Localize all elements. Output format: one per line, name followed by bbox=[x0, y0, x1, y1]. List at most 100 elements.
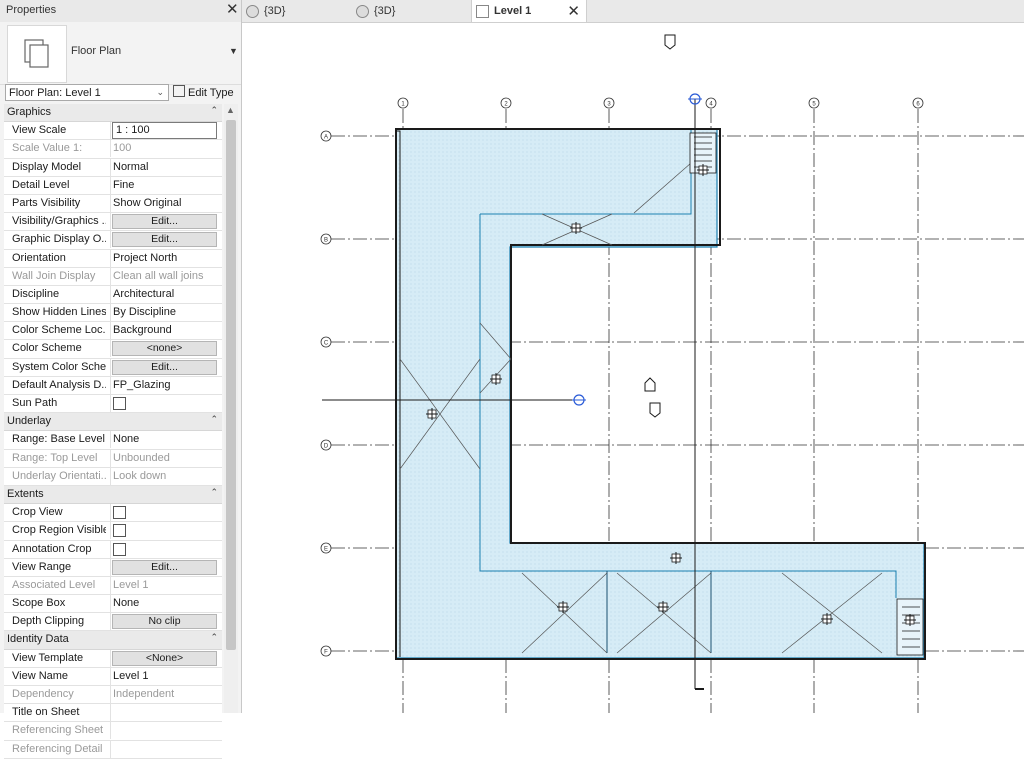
view-range-button[interactable]: Edit... bbox=[112, 559, 217, 575]
property-value[interactable]: Edit... bbox=[110, 558, 219, 576]
property-value[interactable]: No clip bbox=[110, 613, 219, 631]
scroll-up-icon[interactable]: ▲ bbox=[226, 105, 235, 115]
property-value[interactable]: Show Original bbox=[110, 194, 219, 212]
section-underlay[interactable]: Underlay ⌃ bbox=[4, 413, 222, 432]
property-value[interactable]: By Discipline bbox=[110, 304, 219, 322]
property-value[interactable] bbox=[110, 522, 219, 540]
3d-view-icon bbox=[246, 5, 259, 18]
edit-type-button[interactable]: Edit Type bbox=[173, 85, 234, 101]
close-icon[interactable]: ✕ bbox=[567, 2, 580, 20]
property-row-view-scale[interactable]: View Scale 1 : 100 bbox=[4, 122, 222, 141]
property-value[interactable]: <None> bbox=[110, 649, 219, 667]
property-row-annotation-crop[interactable]: Annotation Crop bbox=[4, 540, 222, 559]
property-label: View Range bbox=[12, 560, 72, 573]
collapse-icon[interactable]: ⌃ bbox=[210, 105, 218, 116]
property-row-scope-box[interactable]: Scope Box None bbox=[4, 595, 222, 614]
property-value[interactable]: Fine bbox=[110, 176, 219, 194]
property-row-discipline[interactable]: Discipline Architectural bbox=[4, 285, 222, 305]
property-row-display-model[interactable]: Display Model Normal bbox=[4, 158, 222, 177]
property-value[interactable]: Edit... bbox=[110, 213, 219, 231]
property-label: Discipline bbox=[12, 287, 60, 300]
floor-plan-type-icon bbox=[7, 25, 67, 83]
scrollbar-thumb[interactable] bbox=[226, 120, 236, 650]
property-row-default-analysis-d[interactable]: Default Analysis D... FP_Glazing bbox=[4, 376, 222, 395]
property-row-view-range[interactable]: View Range Edit... bbox=[4, 558, 222, 577]
property-value[interactable]: Edit... bbox=[110, 358, 219, 376]
property-row-show-hidden-lines[interactable]: Show Hidden Lines By Discipline bbox=[4, 304, 222, 323]
crop-view-checkbox[interactable] bbox=[113, 506, 126, 520]
tab-3d-1[interactable]: {3D} bbox=[242, 0, 352, 22]
sun-path-checkbox[interactable] bbox=[113, 397, 126, 410]
view-selector-dropdown[interactable]: Floor Plan: Level 1 ⌄ bbox=[5, 84, 169, 101]
property-label: Color Scheme Loc... bbox=[12, 324, 106, 337]
property-label: Graphic Display O... bbox=[12, 233, 106, 246]
view-scale-input[interactable]: 1 : 100 bbox=[112, 122, 217, 140]
property-value[interactable]: Architectural bbox=[110, 285, 219, 303]
system-color-sche-button[interactable]: Edit... bbox=[112, 359, 217, 375]
property-row-color-scheme[interactable]: Color Scheme <none> bbox=[4, 340, 222, 359]
collapse-icon[interactable]: ⌃ bbox=[210, 414, 218, 425]
collapse-icon[interactable]: ⌃ bbox=[210, 487, 218, 498]
property-row-view-name[interactable]: View Name Level 1 bbox=[4, 667, 222, 686]
depth-clipping-button[interactable]: No clip bbox=[112, 614, 217, 630]
annotation-crop-checkbox[interactable] bbox=[113, 542, 126, 556]
stair-south bbox=[896, 598, 924, 656]
property-value[interactable] bbox=[110, 540, 219, 558]
property-row-color-scheme-loc[interactable]: Color Scheme Loc... Background bbox=[4, 322, 222, 341]
section-graphics[interactable]: Graphics ⌃ bbox=[4, 104, 222, 123]
span-symbol bbox=[670, 552, 682, 564]
property-row-depth-clipping[interactable]: Depth Clipping No clip bbox=[4, 613, 222, 632]
property-value[interactable]: Project North bbox=[110, 249, 219, 267]
property-label: Scale Value 1: bbox=[12, 142, 83, 155]
crop-region-visible-checkbox[interactable] bbox=[113, 524, 126, 538]
properties-scrollbar[interactable]: ▲ bbox=[224, 104, 238, 713]
property-row-range-base-level[interactable]: Range: Base Level None bbox=[4, 431, 222, 450]
chevron-down-icon[interactable]: ▼ bbox=[229, 46, 238, 56]
collapse-icon[interactable]: ⌃ bbox=[210, 632, 218, 643]
property-value[interactable]: Edit... bbox=[110, 231, 219, 249]
property-value[interactable] bbox=[110, 395, 219, 412]
section-identity-data[interactable]: Identity Data ⌃ bbox=[4, 631, 222, 650]
close-icon[interactable]: ✕ bbox=[226, 2, 239, 18]
tab-level-1[interactable]: Level 1 ✕ bbox=[471, 0, 587, 22]
property-row-graphic-display-o[interactable]: Graphic Display O... Edit... bbox=[4, 231, 222, 250]
property-value[interactable]: None bbox=[110, 595, 219, 613]
graphic-display-o-button[interactable]: Edit... bbox=[112, 232, 217, 248]
property-value[interactable]: Level 1 bbox=[110, 667, 219, 685]
visibility-graphics-button[interactable]: Edit... bbox=[112, 214, 217, 230]
property-value-text: Independent bbox=[113, 688, 175, 700]
property-row-view-template[interactable]: View Template <None> bbox=[4, 649, 222, 668]
property-row-crop-view[interactable]: Crop View bbox=[4, 504, 222, 523]
grid-label: C bbox=[324, 340, 329, 346]
property-value-text: None bbox=[113, 433, 140, 446]
section-extents[interactable]: Extents ⌃ bbox=[4, 485, 222, 505]
property-value-text: Unbounded bbox=[113, 451, 170, 464]
grid-label: E bbox=[324, 546, 328, 552]
span-symbol bbox=[904, 614, 916, 626]
type-selector[interactable]: Floor Plan ▼ bbox=[0, 22, 241, 85]
property-value[interactable]: Normal bbox=[110, 158, 219, 176]
property-value: 100 bbox=[110, 140, 219, 158]
floor-slab bbox=[395, 128, 925, 659]
property-value[interactable]: Background bbox=[110, 322, 219, 340]
drawing-canvas[interactable]: 123456ABCDEF bbox=[242, 23, 1024, 713]
property-label: Wall Join Display bbox=[12, 269, 96, 282]
property-value[interactable]: 1 : 100 bbox=[110, 122, 219, 140]
property-value[interactable] bbox=[110, 504, 219, 522]
property-row-crop-region-visible[interactable]: Crop Region Visible bbox=[4, 522, 222, 541]
property-row-system-color-sche[interactable]: System Color Sche... Edit... bbox=[4, 358, 222, 377]
property-label: Annotation Crop bbox=[12, 542, 92, 555]
property-row-orientation[interactable]: Orientation Project North bbox=[4, 249, 222, 268]
grid-label: D bbox=[324, 443, 329, 449]
property-row-visibility-graphics[interactable]: Visibility/Graphics ... Edit... bbox=[4, 213, 222, 232]
tab-3d-2[interactable]: {3D} bbox=[352, 0, 472, 22]
property-row-parts-visibility[interactable]: Parts Visibility Show Original bbox=[4, 194, 222, 214]
color-scheme-button[interactable]: <none> bbox=[112, 341, 217, 357]
property-value[interactable]: FP_Glazing bbox=[110, 376, 219, 394]
property-row-sun-path[interactable]: Sun Path bbox=[4, 395, 222, 414]
property-value[interactable]: <none> bbox=[110, 340, 219, 358]
property-row-detail-level[interactable]: Detail Level Fine bbox=[4, 176, 222, 195]
view-template-button[interactable]: <None> bbox=[112, 650, 217, 666]
property-row-title-on-sheet[interactable]: Title on Sheet bbox=[4, 704, 222, 723]
property-value[interactable]: None bbox=[110, 431, 219, 449]
